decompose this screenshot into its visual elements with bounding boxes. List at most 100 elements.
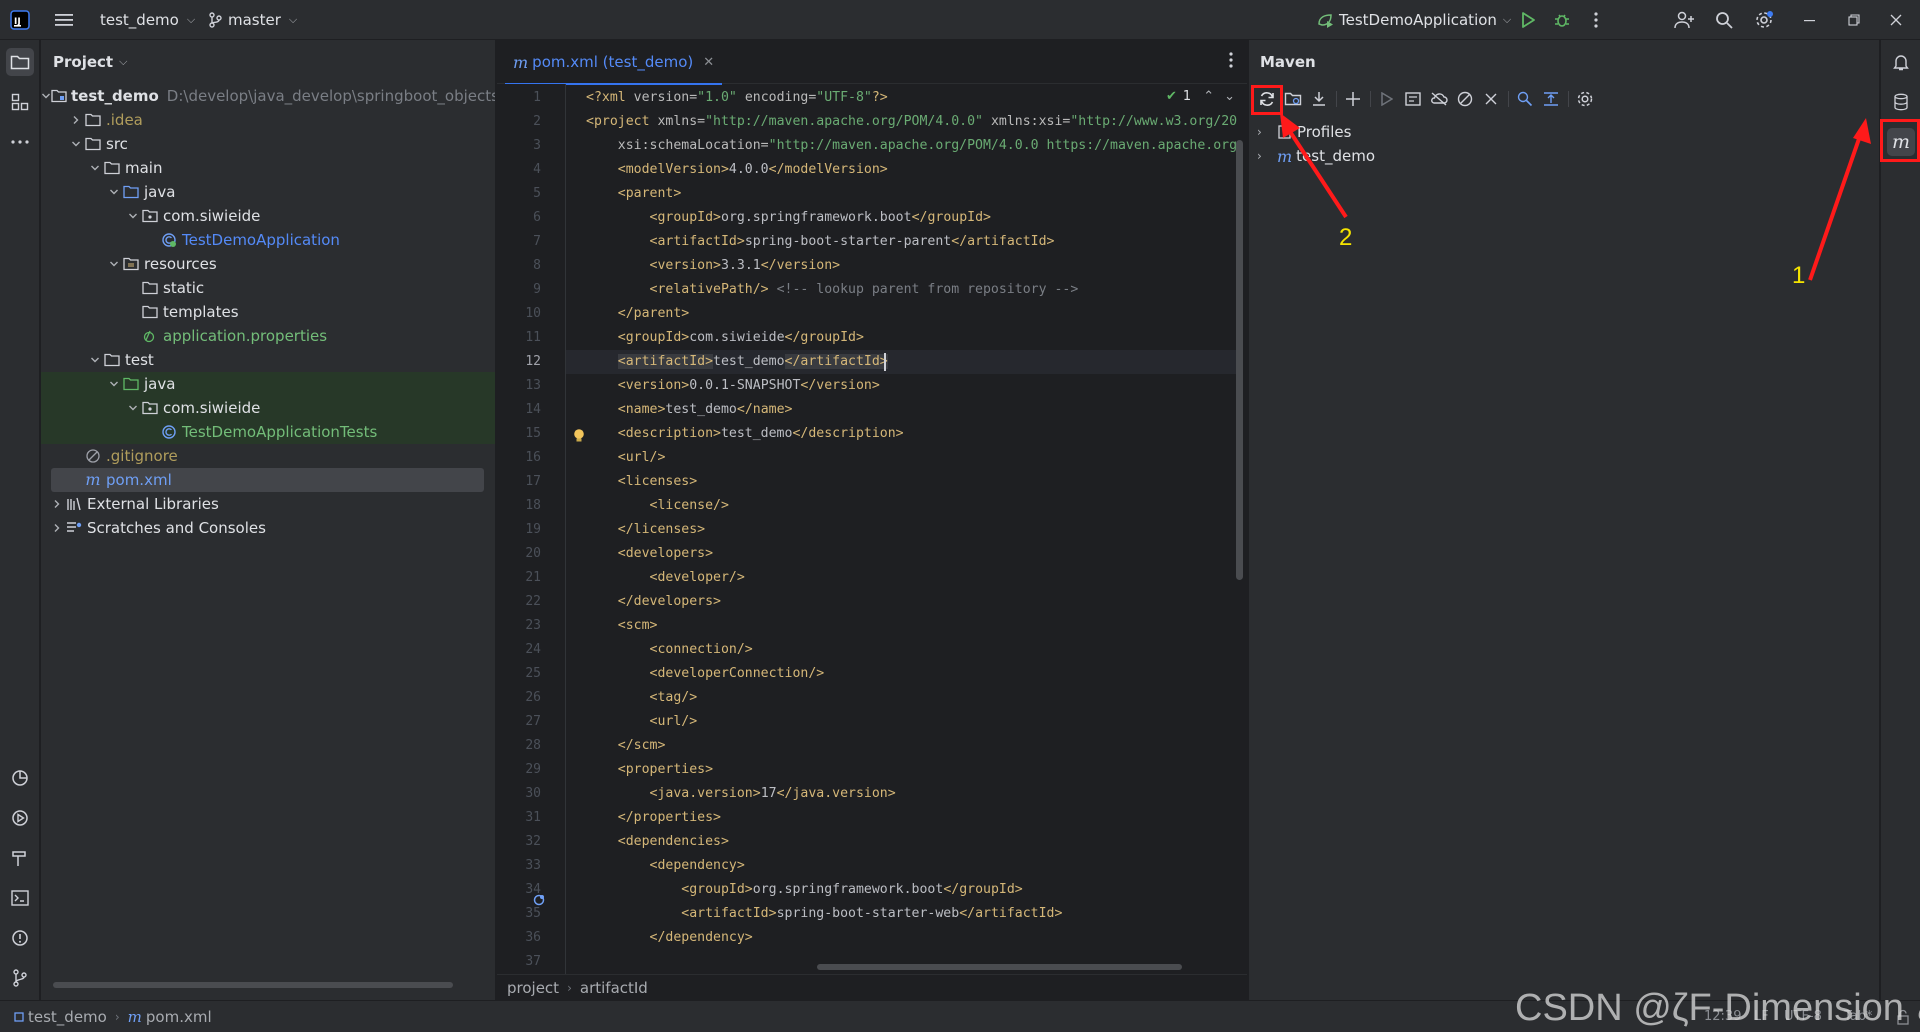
terminal-tool-button[interactable] xyxy=(6,884,34,912)
tree-item[interactable]: .idea xyxy=(41,108,495,132)
inspection-widget[interactable]: ✔ 1 ⌃ ⌄ xyxy=(1166,84,1235,108)
chevron-right-icon[interactable] xyxy=(68,112,84,128)
search-icon[interactable] xyxy=(1712,8,1736,32)
tree-item[interactable]: Scratches and Consoles xyxy=(41,516,495,540)
tree-item[interactable]: java xyxy=(41,180,495,204)
chevron-right-icon[interactable] xyxy=(49,496,65,512)
chevron-up-icon[interactable]: ⌃ xyxy=(1203,89,1214,104)
chevron-down-icon[interactable] xyxy=(41,88,51,104)
lightbulb-icon[interactable] xyxy=(573,428,585,448)
chevron-down-icon[interactable] xyxy=(106,256,122,272)
tree-item[interactable]: External Libraries xyxy=(41,492,495,516)
main-menu-icon[interactable] xyxy=(52,8,76,32)
settings-gear-icon[interactable] xyxy=(1752,8,1776,32)
tree-item-label: templates xyxy=(163,303,239,321)
tree-item[interactable]: templates xyxy=(41,300,495,324)
breadcrumb-artifactid[interactable]: artifactId xyxy=(580,979,648,997)
debug-icon[interactable] xyxy=(1550,8,1574,32)
tree-item[interactable]: TestDemoApplication xyxy=(41,228,495,252)
run-icon[interactable] xyxy=(1516,8,1540,32)
editor-vertical-scrollbar[interactable] xyxy=(1236,140,1243,580)
tree-item[interactable]: static xyxy=(41,276,495,300)
editor-horizontal-scrollbar[interactable] xyxy=(817,964,1182,970)
problems-tool-button[interactable] xyxy=(6,924,34,952)
tree-item[interactable]: m pom.xml xyxy=(41,468,495,492)
maven-settings-button[interactable] xyxy=(1573,87,1597,111)
code-token: </scm> xyxy=(617,738,666,753)
chevron-right-icon[interactable] xyxy=(49,520,65,536)
add-maven-project-button[interactable] xyxy=(1341,87,1365,111)
download-sources-button[interactable] xyxy=(1307,87,1331,111)
more-actions-icon[interactable] xyxy=(1584,8,1608,32)
chevron-down-icon[interactable] xyxy=(106,184,122,200)
module-folder-icon xyxy=(51,87,67,105)
code-token: </groupId> xyxy=(911,210,991,225)
build-tool-button[interactable] xyxy=(6,844,34,872)
spring-gutter-icon[interactable] xyxy=(533,892,545,910)
git-tool-button[interactable] xyxy=(6,964,34,992)
vcs-branch-widget[interactable]: master ⌵ xyxy=(208,0,297,40)
run-maven-build-button[interactable] xyxy=(1375,87,1399,111)
tree-item[interactable]: resources xyxy=(41,252,495,276)
chevron-down-icon[interactable] xyxy=(125,208,141,224)
toggle-offline-mode-button[interactable] xyxy=(1427,87,1451,111)
more-tool-windows-button[interactable] xyxy=(6,128,34,156)
scratches-icon xyxy=(65,519,83,537)
project-horizontal-scrollbar[interactable] xyxy=(53,982,453,988)
close-window-icon[interactable] xyxy=(1884,8,1908,32)
database-tool-button[interactable] xyxy=(1887,88,1915,116)
chevron-down-icon[interactable] xyxy=(87,160,103,176)
line-number-gutter[interactable]: 1 2 3 4 5 6 7 8 9 10 11 12 13 14 15 16 17 18 19 20 21 22 23 24 2… xyxy=(497,84,565,974)
editor-tab-pom[interactable]: m pom.xml (test_demo) ✕ xyxy=(505,40,723,85)
tree-item[interactable]: com.siwieide xyxy=(41,396,495,420)
skip-tests-button[interactable] xyxy=(1453,87,1477,111)
chevron-down-icon[interactable] xyxy=(68,136,84,152)
expand-collapse-button[interactable] xyxy=(1539,87,1563,111)
line-number: 33 xyxy=(525,858,541,873)
minimize-icon[interactable] xyxy=(1798,8,1822,32)
project-tool-button[interactable] xyxy=(6,48,34,76)
show-dependencies-button[interactable] xyxy=(1513,87,1537,111)
project-panel-header[interactable]: Project ⌵ xyxy=(41,40,495,84)
dependencies-icon xyxy=(1517,91,1533,107)
chevron-down-icon[interactable] xyxy=(87,352,103,368)
generate-sources-button[interactable] xyxy=(1281,87,1305,111)
status-crumb-project[interactable]: test_demo xyxy=(28,1008,107,1026)
maven-tree-item-test-demo[interactable]: › m test_demo xyxy=(1257,144,1375,168)
maven-tree-item-profiles[interactable]: › Profiles xyxy=(1257,120,1351,144)
tree-item[interactable]: test xyxy=(41,348,495,372)
services-tool-button[interactable] xyxy=(6,804,34,832)
restore-icon[interactable] xyxy=(1842,8,1866,32)
status-crumb-file[interactable]: pom.xml xyxy=(146,1008,212,1026)
tree-item[interactable]: src xyxy=(41,132,495,156)
code-editor[interactable]: <?xml version="1.0" encoding="UTF-8"?> <p… xyxy=(565,84,1237,974)
tree-item-label: .idea xyxy=(106,111,143,129)
chevron-down-icon[interactable] xyxy=(125,400,141,416)
tree-item[interactable]: com.siwieide xyxy=(41,204,495,228)
cross-icon xyxy=(1485,93,1497,105)
tree-item[interactable]: main xyxy=(41,156,495,180)
tab-options-icon[interactable] xyxy=(1229,52,1233,72)
notifications-button[interactable] xyxy=(1887,48,1915,76)
breadcrumb-project[interactable]: project xyxy=(507,979,559,997)
collapse-all-button[interactable] xyxy=(1479,87,1503,111)
tree-item[interactable]: TestDemoApplicationTests xyxy=(41,420,495,444)
tree-item[interactable]: java xyxy=(41,372,495,396)
chevron-down-icon[interactable] xyxy=(106,376,122,392)
tree-item[interactable]: test_demo D:\develop\java_develop\springb… xyxy=(41,84,495,108)
chevron-down-icon[interactable]: ⌄ xyxy=(1224,89,1235,104)
code-with-me-icon[interactable] xyxy=(1672,8,1696,32)
run-config-widget[interactable]: TestDemoApplication ⌵ xyxy=(1316,0,1511,40)
project-widget[interactable]: test_demo ⌵ xyxy=(100,0,195,40)
intellij-logo-icon[interactable]: IJ xyxy=(8,8,32,32)
close-icon[interactable]: ✕ xyxy=(703,55,714,70)
tree-item[interactable]: .gitignore xyxy=(41,444,495,468)
line-number: 2 xyxy=(533,114,541,129)
execute-goal-button[interactable] xyxy=(1401,87,1425,111)
structure-tool-button[interactable] xyxy=(6,88,34,116)
profiler-tool-button[interactable] xyxy=(6,764,34,792)
tree-item[interactable]: application.properties xyxy=(41,324,495,348)
